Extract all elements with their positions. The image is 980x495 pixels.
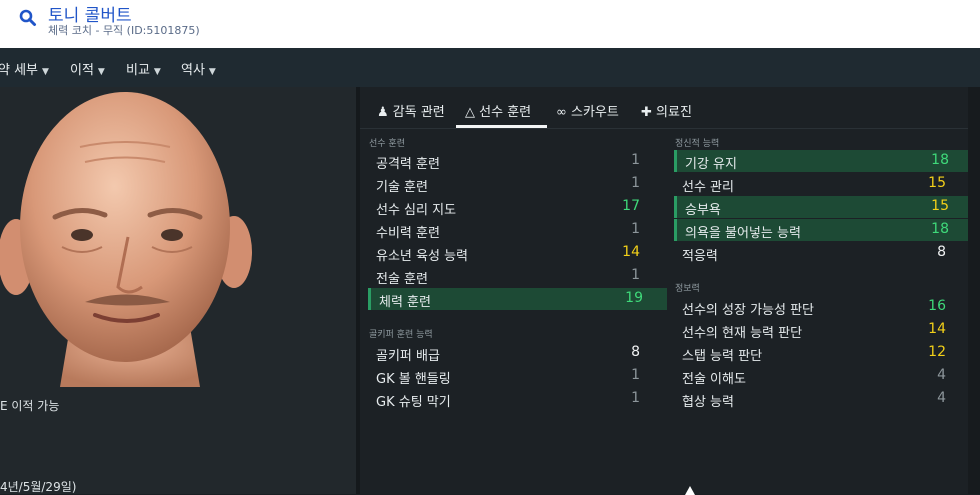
attribute-row[interactable]: 스탭 능력 판단 12 [674, 342, 970, 364]
attribute-row[interactable]: 선수 관리 15 [674, 173, 970, 195]
chevron-down-icon: ▼ [208, 67, 216, 77]
attribute-value: 15 [931, 198, 949, 214]
attribute-name: 적응력 [682, 249, 718, 264]
training-icon: △ [465, 105, 475, 120]
nav-item-label: 약 세부 [0, 63, 39, 78]
attribute-row[interactable]: 전술 이해도 4 [674, 365, 970, 387]
attribute-row[interactable]: 기술 훈련 1 [368, 173, 664, 195]
coach-icon: ♟ [377, 105, 389, 120]
attribute-name: 선수 관리 [682, 180, 734, 195]
attribute-value: 18 [931, 221, 949, 237]
chevron-down-icon: ▼ [97, 67, 105, 77]
attribute-row[interactable]: 기강 유지 18 [674, 150, 973, 172]
attribute-row[interactable]: 전술 훈련 1 [368, 265, 664, 287]
title-bar: 토니 콜버트 체력 코치 - 무직 (ID:5101875) [0, 0, 980, 48]
attribute-value: 1 [631, 175, 640, 191]
attribute-name: GK 볼 핸들링 [376, 372, 451, 387]
attribute-value: 4 [937, 390, 946, 406]
attribute-row[interactable]: 선수의 현재 능력 판단 14 [674, 319, 970, 341]
chevron-down-icon: ▼ [153, 67, 161, 77]
attribute-value: 14 [928, 321, 946, 337]
nav-item-history[interactable]: 역사 ▼ [181, 59, 216, 78]
staff-subtitle: 체력 코치 - 무직 (ID:5101875) [48, 24, 200, 37]
attribute-name: 승부욕 [685, 203, 721, 218]
tab-divider [360, 128, 968, 129]
nav-item-compare[interactable]: 비교 ▼ [126, 59, 161, 78]
transfer-status: E 이적 가능 [0, 399, 60, 413]
attribute-value: 12 [928, 344, 946, 360]
tab-medical[interactable]: ✚ 의료진 [641, 101, 692, 120]
chevron-down-icon: ▼ [42, 67, 49, 77]
attribute-row[interactable]: 적응력 8 [674, 242, 970, 264]
attribute-row[interactable]: 선수의 성장 가능성 판단 16 [674, 296, 970, 318]
attribute-name: 스탭 능력 판단 [682, 349, 763, 364]
attribute-name: 공격력 훈련 [376, 157, 440, 172]
attribute-value: 1 [631, 267, 640, 283]
attribute-value: 4 [937, 367, 946, 383]
attribute-name: 유소년 육성 능력 [376, 249, 468, 264]
attribute-name: 기술 훈련 [376, 180, 428, 195]
binoculars-icon: ∞ [556, 105, 567, 120]
attribute-value: 17 [622, 198, 640, 214]
attribute-value: 18 [931, 152, 949, 168]
tab-label: 의료진 [656, 105, 692, 120]
attribute-value: 8 [937, 244, 946, 260]
section-label-mental: 정신적 능력 [675, 139, 720, 149]
medical-kit-icon: ✚ [641, 105, 652, 120]
attribute-value: 19 [625, 290, 643, 306]
attribute-name: 전술 훈련 [376, 272, 428, 287]
tab-label: 감독 관련 [392, 105, 445, 120]
attribute-row[interactable]: 수비력 훈련 1 [368, 219, 664, 241]
attribute-name: 선수의 현재 능력 판단 [682, 326, 803, 341]
attribute-name: GK 슈팅 막기 [376, 395, 451, 410]
attribute-name: 협상 능력 [682, 395, 734, 410]
section-label-goalkeeping: 골키퍼 훈련 능력 [369, 330, 433, 340]
attribute-name: 기강 유지 [685, 157, 737, 172]
attribute-row[interactable]: GK 볼 핸들링 1 [368, 365, 664, 387]
attribute-name: 수비력 훈련 [376, 226, 440, 241]
attribute-row[interactable]: GK 슈팅 막기 1 [368, 388, 664, 410]
section-label-knowledge: 정보력 [675, 284, 700, 294]
attribute-row[interactable]: 승부욕 15 [674, 196, 973, 218]
search-icon[interactable] [18, 8, 38, 28]
right-panel-edge [968, 87, 980, 494]
attribute-row[interactable]: 체력 훈련 19 [368, 288, 667, 310]
nav-item-details[interactable]: 약 세부 ▼ [0, 59, 49, 78]
attribute-value: 1 [631, 152, 640, 168]
attribute-value: 15 [928, 175, 946, 191]
tab-scouting[interactable]: ∞ 스카우트 [556, 101, 619, 120]
attribute-row[interactable]: 의욕을 불어넣는 능력 18 [674, 219, 973, 241]
profile-nav-bar: 약 세부 ▼ 이적 ▼ 비교 ▼ 역사 ▼ [0, 48, 980, 87]
attribute-row[interactable]: 선수 심리 지도 17 [368, 196, 664, 218]
attribute-value: 8 [631, 344, 640, 360]
tab-label: 스카우트 [570, 105, 619, 120]
attribute-row[interactable]: 협상 능력 4 [674, 388, 970, 410]
attribute-value: 1 [631, 367, 640, 383]
date-of-birth: 4년/5월/29일) [0, 480, 77, 494]
attribute-name: 전술 이해도 [682, 372, 746, 387]
nav-item-transfer[interactable]: 이적 ▼ [70, 59, 105, 78]
tab-player-training[interactable]: △ 선수 훈련 [465, 101, 531, 120]
section-label-training: 선수 훈련 [369, 139, 405, 149]
attribute-value: 16 [928, 298, 946, 314]
attribute-name: 골키퍼 배급 [376, 349, 440, 364]
attribute-name: 의욕을 불어넣는 능력 [685, 226, 801, 241]
attribute-value: 14 [622, 244, 640, 260]
attribute-row[interactable]: 골키퍼 배급 8 [368, 342, 664, 364]
staff-portrait [0, 92, 252, 387]
attribute-name: 선수 심리 지도 [376, 203, 457, 218]
attribute-value: 1 [631, 221, 640, 237]
tab-label: 선수 훈련 [479, 105, 532, 120]
nav-item-label: 이적 [70, 63, 94, 78]
attribute-value: 1 [631, 390, 640, 406]
attribute-name: 선수의 성장 가능성 판단 [682, 303, 814, 318]
attribute-row[interactable]: 공격력 훈련 1 [368, 150, 664, 172]
attribute-row[interactable]: 유소년 육성 능력 14 [368, 242, 664, 264]
nav-item-label: 역사 [181, 63, 205, 78]
nav-item-label: 비교 [126, 63, 150, 78]
attribute-name: 체력 훈련 [379, 295, 431, 310]
tab-coaching[interactable]: ♟ 감독 관련 [377, 101, 445, 120]
